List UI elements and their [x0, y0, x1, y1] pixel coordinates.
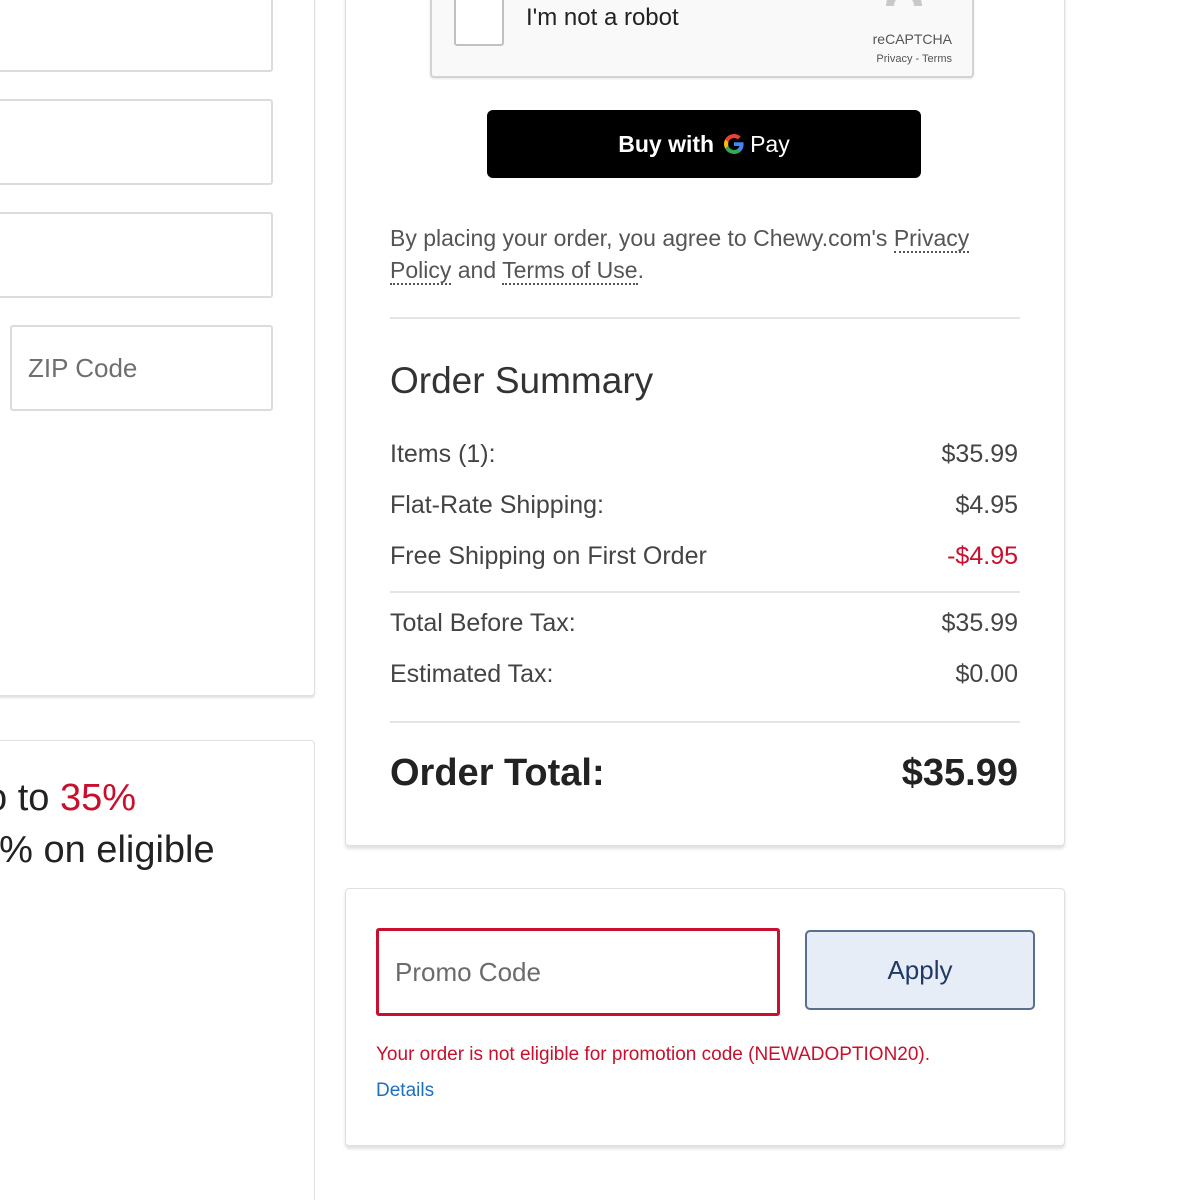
address-input-1[interactable] — [0, 0, 271, 70]
promo-text-line2: 5% on eligible — [0, 829, 215, 871]
summary-row-label: Items (1): — [390, 440, 496, 468]
divider — [390, 317, 1020, 319]
summary-row-value: $35.99 — [941, 440, 1018, 468]
legal-and-text: and — [451, 257, 503, 283]
summary-row-value: $35.99 — [941, 609, 1018, 637]
promo-error-message: Your order is not eligible for promotion… — [376, 1044, 931, 1065]
recaptcha-widget: I'm not a robot reCAPTCHA Privacy - Term… — [430, 0, 974, 78]
summary-row-label: Flat-Rate Shipping: — [390, 491, 605, 519]
terms-of-use-link[interactable]: Terms of Use — [502, 257, 638, 285]
autoship-promo-text: o to 35% 5% on eligible — [0, 772, 215, 876]
promo-text-line1: o to — [0, 777, 50, 819]
gpay-suffix: Pay — [750, 130, 790, 157]
order-total-label: Order Total: — [390, 752, 605, 794]
summary-row-value: $4.95 — [955, 491, 1018, 519]
legal-agreement-text: By placing your order, you agree to Chew… — [390, 222, 1025, 286]
summary-row-shipping: Flat-Rate Shipping: $4.95 — [390, 491, 1018, 520]
recaptcha-logo-icon — [886, 0, 922, 7]
legal-text: By placing your order, you agree to Chew… — [390, 225, 894, 251]
zip-code-field[interactable] — [10, 325, 273, 411]
summary-row-value: $0.00 — [955, 660, 1018, 688]
legal-period: . — [637, 257, 644, 283]
divider — [390, 721, 1020, 723]
summary-row-free-shipping: Free Shipping on First Order -$4.95 — [390, 542, 1018, 571]
summary-row-items: Items (1): $35.99 — [390, 440, 1018, 469]
address-field-3[interactable] — [0, 212, 273, 298]
recaptcha-brand: reCAPTCHA — [872, 31, 952, 47]
recaptcha-links[interactable]: Privacy - Terms — [876, 53, 952, 65]
address-input-2[interactable] — [0, 101, 271, 183]
gpay-prefix: Buy with — [618, 130, 715, 157]
address-field-2[interactable] — [0, 99, 273, 185]
summary-row-discount-value: -$4.95 — [947, 542, 1018, 570]
order-total-value: $35.99 — [901, 752, 1018, 794]
buy-with-google-pay-button[interactable]: Buy with Pay — [487, 110, 921, 178]
recaptcha-checkbox[interactable] — [454, 0, 504, 46]
promo-code-card — [345, 888, 1065, 1146]
promo-code-input[interactable] — [379, 931, 777, 1013]
summary-row-label: Total Before Tax: — [390, 609, 576, 637]
recaptcha-label: I'm not a robot — [526, 4, 679, 31]
summary-row-tax: Estimated Tax: $0.00 — [390, 660, 1018, 689]
summary-row-label: Estimated Tax: — [390, 660, 554, 688]
address-input-3[interactable] — [0, 214, 271, 296]
summary-row-before-tax: Total Before Tax: $35.99 — [390, 609, 1018, 638]
promo-details-link[interactable]: Details — [376, 1080, 434, 1102]
promo-percent-highlight: 35% — [59, 777, 137, 819]
google-g-icon — [722, 132, 746, 156]
address-field-1[interactable] — [0, 0, 273, 72]
order-total-row: Order Total: $35.99 — [390, 752, 1018, 795]
summary-row-label: Free Shipping on First Order — [390, 542, 707, 570]
order-summary-title: Order Summary — [390, 360, 654, 401]
apply-promo-button[interactable]: Apply — [805, 930, 1035, 1010]
promo-code-field[interactable] — [376, 928, 780, 1016]
divider — [390, 591, 1020, 593]
zip-code-input[interactable] — [12, 327, 271, 409]
